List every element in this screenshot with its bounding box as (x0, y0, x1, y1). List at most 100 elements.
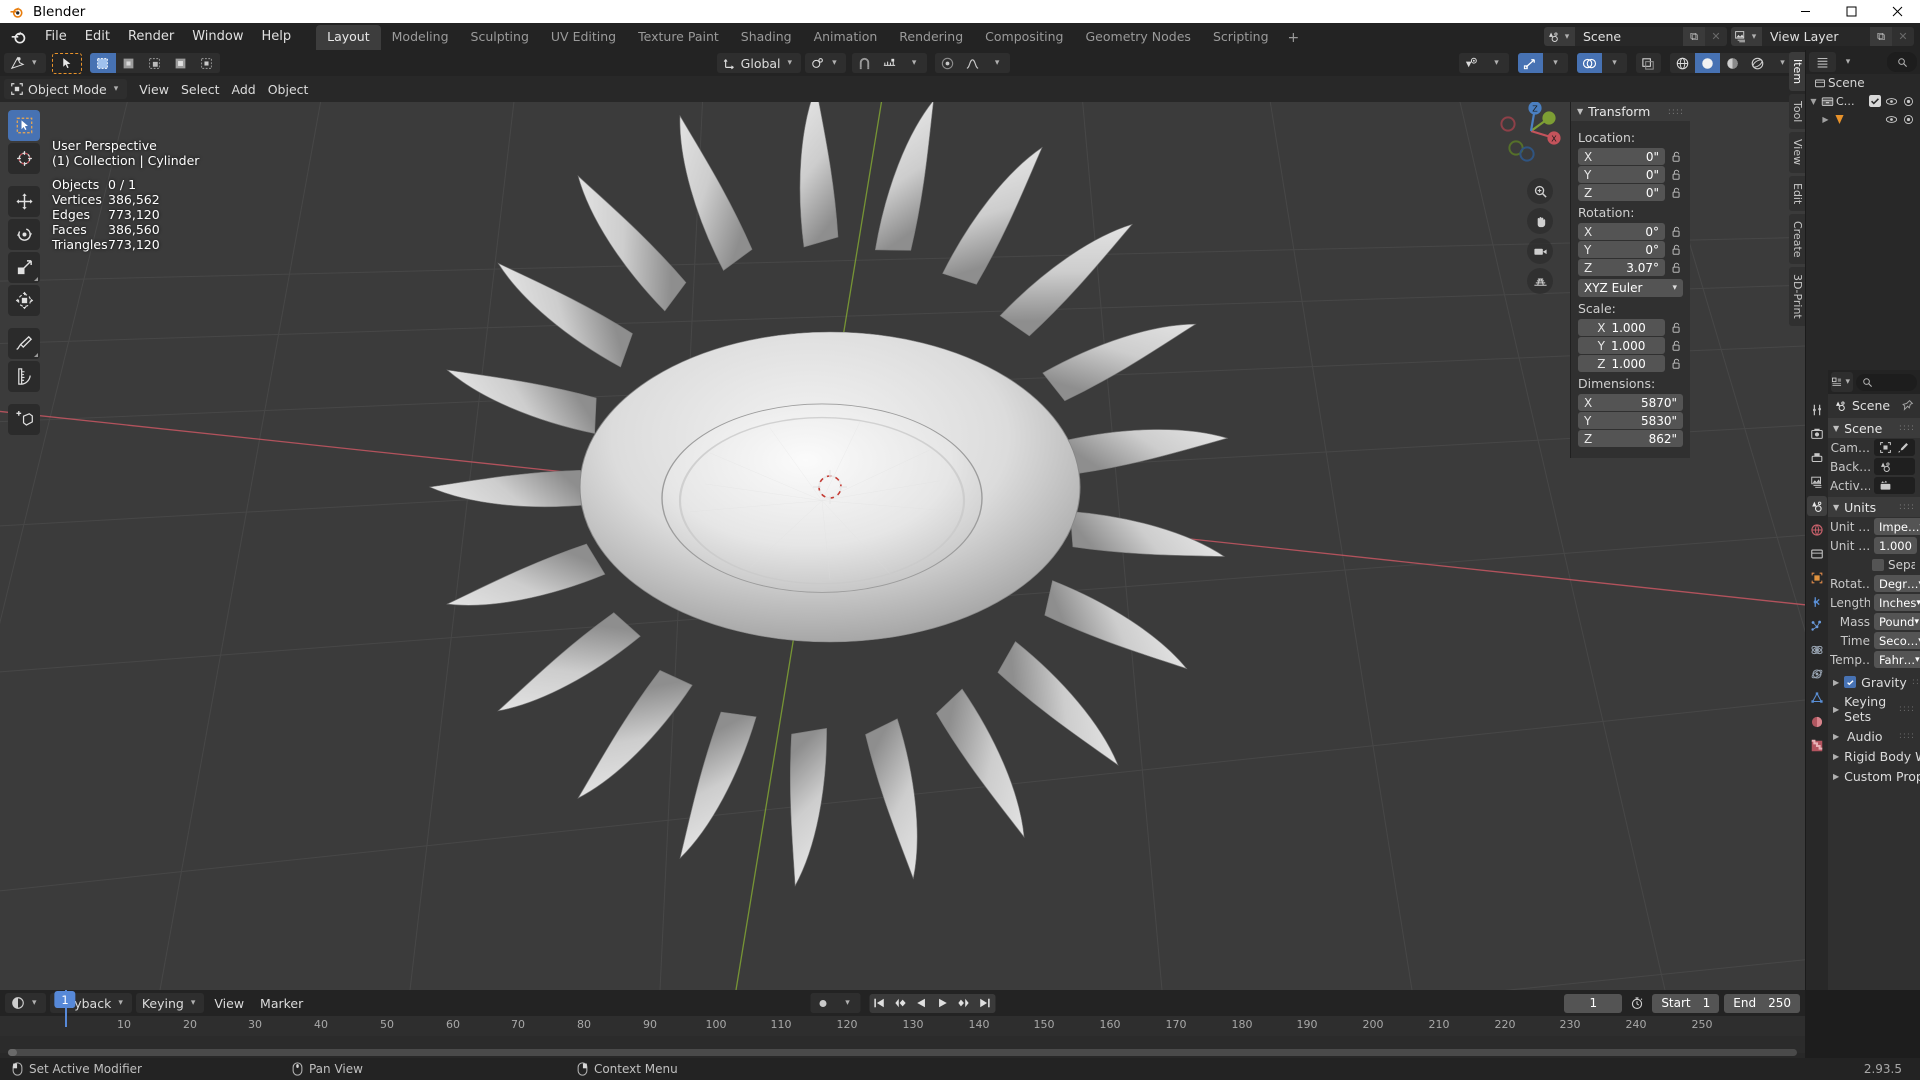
select-mode-subtract[interactable] (141, 53, 168, 73)
n-panel-tab-3d-print[interactable]: 3D-Print (1789, 267, 1805, 327)
workspace-tab-scripting[interactable]: Scripting (1202, 25, 1280, 50)
tweak-mode-button[interactable] (51, 52, 82, 74)
collection-expand-triangle-icon[interactable]: ▼ (1808, 97, 1819, 106)
snap-chevron[interactable]: ▾ (901, 53, 927, 73)
transform-orientation-dropdown[interactable]: Global ▾ (716, 53, 802, 73)
select-mode-extend[interactable] (115, 53, 142, 73)
xray-toggle[interactable] (1636, 53, 1661, 73)
workspace-tab-layout[interactable]: Layout (316, 25, 381, 50)
select-mode-set[interactable] (89, 53, 116, 73)
gizmo-chevron[interactable]: ▾ (1543, 53, 1568, 73)
collection-checkbox[interactable] (1869, 94, 1881, 108)
scene-name[interactable]: Scene (1575, 27, 1683, 46)
properties-search-input[interactable] (1856, 373, 1917, 391)
shading-material-preview[interactable] (1720, 53, 1745, 73)
lock-rotation-z-icon[interactable] (1670, 260, 1683, 275)
tab-physics[interactable] (1807, 640, 1827, 660)
play-reverse-button[interactable] (911, 993, 932, 1013)
object-expand-triangle-icon[interactable]: ▶ (1820, 115, 1831, 124)
timeline-editor[interactable]: ▾ Playback ▾ Keying ▾ View Marker ▾ 1 St… (0, 990, 1805, 1058)
use-preview-range-button[interactable] (1627, 993, 1647, 1013)
custom-properties-panel[interactable]: ▶ Custom Properti (1828, 766, 1920, 786)
properties-editor-type-button[interactable]: ▾ (1831, 372, 1853, 392)
proportional-editing-toggle[interactable] (934, 53, 960, 73)
zoom-view-button[interactable] (1527, 178, 1553, 204)
tab-constraints[interactable] (1807, 664, 1827, 684)
n-panel-tab-edit[interactable]: Edit (1789, 175, 1805, 211)
interaction-mode-dropdown[interactable]: Object Mode ▾ (4, 79, 128, 99)
menu-help[interactable]: Help (253, 26, 301, 47)
dimensions-y-field[interactable]: Y 5830" (1578, 412, 1683, 429)
menu-window[interactable]: Window (183, 26, 252, 47)
select-mode-invert[interactable] (167, 53, 194, 73)
workspace-tab-sculpting[interactable]: Sculpting (460, 25, 540, 50)
lock-scale-x-icon[interactable] (1670, 320, 1683, 335)
lock-rotation-x-icon[interactable] (1670, 224, 1683, 239)
object-visibility-eye-icon[interactable] (1885, 113, 1898, 126)
n-panel-tab-item[interactable]: Item (1789, 52, 1805, 92)
dimensions-z-field[interactable]: Z 862" (1578, 430, 1683, 447)
menu-edit[interactable]: Edit (76, 26, 119, 47)
timeline-editor-type-button[interactable]: ▾ (5, 993, 46, 1013)
gravity-checkbox[interactable] (1844, 676, 1857, 688)
view-layer-selector[interactable]: ▾ View Layer ⧉ ✕ (1731, 27, 1914, 46)
jump-to-next-keyframe-button[interactable] (953, 993, 974, 1013)
audio-panel[interactable]: ▶ Audio :::: (1828, 726, 1920, 746)
pin-id-icon[interactable] (1901, 399, 1914, 412)
workspace-tab-animation[interactable]: Animation (803, 25, 889, 50)
maximize-button[interactable] (1828, 0, 1874, 23)
length-units-dropdown[interactable]: Inches ▾ (1874, 594, 1920, 611)
viewport-menu-object[interactable]: Object (262, 79, 315, 99)
workspace-tab-uv-editing[interactable]: UV Editing (540, 25, 627, 50)
view-layer-name[interactable]: View Layer (1762, 27, 1870, 46)
tool-rotate[interactable] (8, 219, 40, 250)
temperature-units-dropdown[interactable]: Fahr… ▾ (1874, 651, 1920, 668)
timeline-horizontal-scrollbar[interactable] (8, 1049, 1797, 1056)
gizmo-toggle[interactable] (1518, 53, 1543, 73)
properties-body[interactable]: Scene ▼ Scene :::: Cam… Back… Activ… ▼ U… (1828, 394, 1920, 990)
scale-y-field[interactable]: Y 1.000 (1578, 337, 1665, 354)
rotation-mode-dropdown[interactable]: XYZ Euler ▾ (1578, 279, 1683, 297)
outliner-display-chevron[interactable]: ▾ (1839, 52, 1857, 72)
tab-object[interactable] (1807, 568, 1827, 588)
scale-z-field[interactable]: Z 1.000 (1578, 355, 1665, 372)
end-frame-field[interactable]: End 250 (1724, 993, 1800, 1013)
gravity-panel[interactable]: ▶ Gravity :::: (1828, 672, 1920, 692)
tab-tool[interactable] (1807, 400, 1827, 420)
navigation-gizmo[interactable]: Z X (1492, 92, 1570, 170)
shading-solid[interactable] (1695, 53, 1720, 73)
shading-rendered[interactable] (1745, 53, 1770, 73)
scene-panel-header[interactable]: ▼ Scene :::: (1828, 418, 1920, 438)
jump-to-prev-keyframe-button[interactable] (890, 993, 911, 1013)
unit-scale-field[interactable]: 1.000 (1874, 537, 1917, 554)
tab-material[interactable] (1807, 712, 1827, 732)
play-button[interactable] (932, 993, 953, 1013)
viewport-menu-view[interactable]: View (133, 79, 175, 99)
camera-view-button[interactable] (1527, 238, 1553, 264)
tab-particles[interactable] (1807, 616, 1827, 636)
workspace-tab-geometry-nodes[interactable]: Geometry Nodes (1075, 25, 1202, 50)
frame-range-fields[interactable]: Start 1 (1652, 993, 1720, 1013)
background-scene-field[interactable] (1874, 458, 1915, 475)
outliner-row-scene[interactable]: Scene (1806, 74, 1920, 92)
menu-render[interactable]: Render (119, 26, 183, 47)
tab-object-data[interactable] (1807, 688, 1827, 708)
workspace-tab-modeling[interactable]: Modeling (381, 25, 460, 50)
n-panel-tab-view[interactable]: View (1789, 132, 1805, 173)
properties-editor[interactable]: ▾ Scene ▼ Scene:::: Cam… Back… Activ… ▼… (1805, 370, 1920, 990)
lock-location-z-icon[interactable] (1670, 185, 1683, 200)
scene-selector[interactable]: ▾ Scene ⧉ ✕ (1544, 27, 1727, 46)
rigid-body-world-panel[interactable]: ▶ Rigid Body Worl (1828, 746, 1920, 766)
transform-pivot-dropdown[interactable]: ▾ (805, 53, 846, 73)
new-scene-button[interactable]: ⧉ (1683, 27, 1705, 46)
keying-sets-panel[interactable]: ▶ Keying Sets :::: (1828, 692, 1920, 726)
lock-scale-z-icon[interactable] (1670, 356, 1683, 371)
tab-output[interactable] (1807, 448, 1827, 468)
n-panel-tab-create[interactable]: Create (1789, 213, 1805, 265)
rotation-y-field[interactable]: Y 0° (1578, 241, 1665, 258)
scrollbar-knob[interactable] (8, 1049, 17, 1056)
auto-keying-chevron[interactable]: ▾ (835, 993, 860, 1013)
workspace-tab-shading[interactable]: Shading (730, 25, 803, 50)
lock-location-x-icon[interactable] (1670, 149, 1683, 164)
tab-world[interactable] (1807, 520, 1827, 540)
